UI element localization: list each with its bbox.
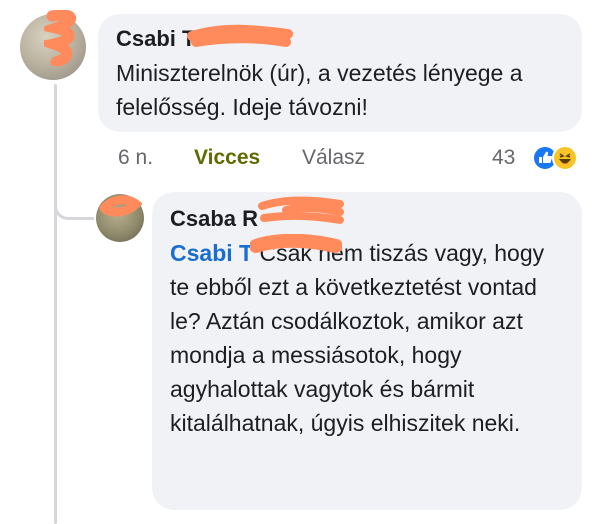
avatar[interactable]	[96, 194, 144, 242]
comment-text: Miniszterelnök (úr), a vezetés lényege a…	[116, 60, 523, 120]
reaction-summary[interactable]	[532, 145, 592, 171]
reply-author[interactable]: Csaba R	[170, 204, 564, 234]
haha-icon	[552, 145, 578, 171]
reply-connector	[54, 196, 94, 220]
reaction-count[interactable]: 43	[492, 143, 515, 173]
mention-link[interactable]: Csabi T	[170, 240, 253, 266]
reply-bubble: Csaba R Csabi T Csak nem tiszás vagy, ho…	[152, 192, 582, 510]
comment-time[interactable]: 6 n.	[118, 143, 153, 173]
comment-actions: 6 n. Vicces Válasz 43	[118, 143, 588, 173]
reply-body: Csak nem tiszás vagy, hogy te ebből ezt …	[170, 240, 545, 436]
comment-bubble: Csabi T Miniszterelnök (úr), a vezetés l…	[98, 14, 582, 132]
thread-line	[54, 84, 57, 524]
reaction-button[interactable]: Vicces	[194, 143, 260, 173]
reply-button[interactable]: Válasz	[302, 143, 365, 173]
reply-text: Csabi T Csak nem tiszás vagy, hogy te eb…	[170, 236, 564, 440]
avatar[interactable]	[20, 14, 86, 80]
comment-author[interactable]: Csabi T	[116, 24, 564, 54]
